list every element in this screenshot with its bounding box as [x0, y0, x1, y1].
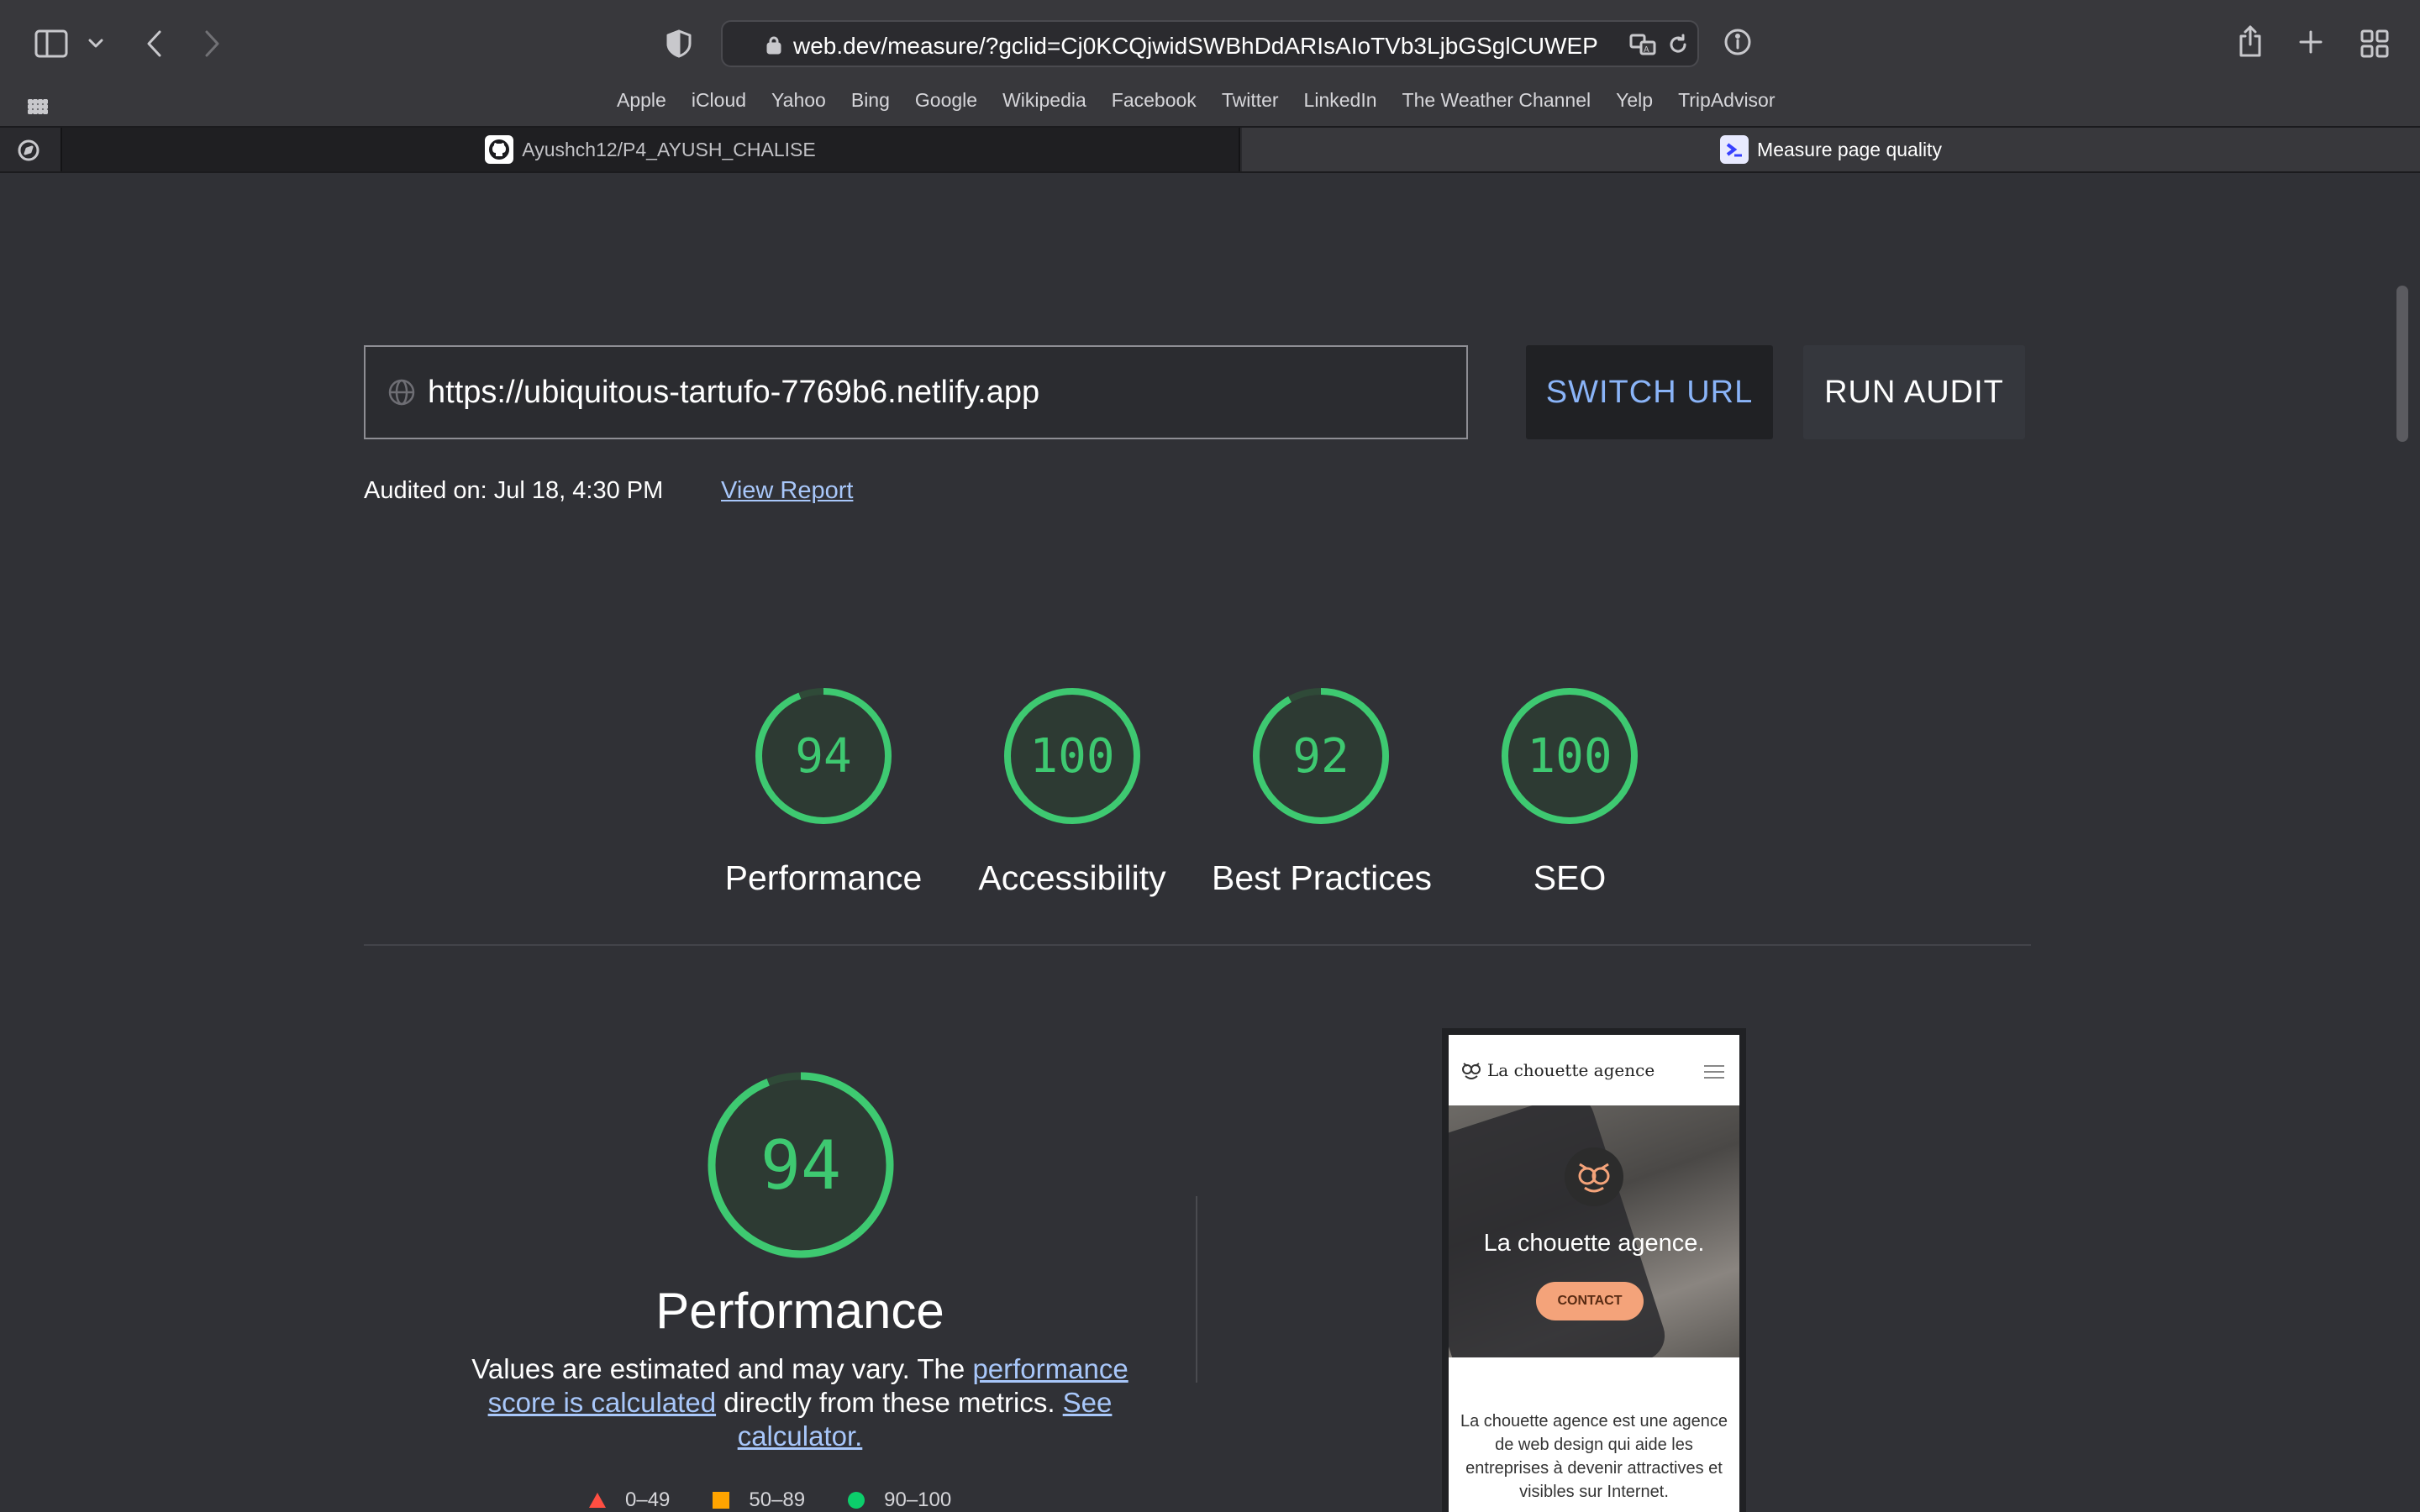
- preview-hero: La chouette agence. CONTACT: [1449, 1105, 1739, 1357]
- address-text: web.dev/measure/?gclid=Cj0KCQjwidSWBhDdA…: [793, 33, 1600, 59]
- favorite-link[interactable]: Google: [915, 89, 977, 112]
- legend-average: 50–89: [712, 1488, 805, 1512]
- score-seo[interactable]: 100 SEO: [1460, 685, 1679, 898]
- compass-icon[interactable]: [15, 138, 42, 163]
- apps-grid-icon[interactable]: [25, 96, 50, 118]
- info-icon[interactable]: [1721, 25, 1754, 59]
- translate-icon[interactable]: A: [1628, 32, 1657, 57]
- favorites-bar: Apple iCloud Yahoo Bing Google Wikipedia…: [0, 87, 2420, 126]
- view-report-link[interactable]: View Report: [721, 477, 853, 505]
- score-value: 92: [1292, 728, 1349, 784]
- preview-logo: La chouette agence: [1460, 1059, 1655, 1081]
- favorites-list: Apple iCloud Yahoo Bing Google Wikipedia…: [617, 89, 1776, 112]
- favorite-link[interactable]: TripAdvisor: [1678, 89, 1775, 112]
- legend-pass: 90–100: [847, 1488, 951, 1512]
- svg-text:A: A: [1644, 45, 1649, 55]
- back-icon[interactable]: [138, 25, 171, 62]
- tab-title: Ayushch12/P4_AYUSH_CHALISE: [522, 138, 816, 160]
- performance-big-gauge: 94: [704, 1068, 897, 1262]
- hamburger-icon: [1704, 1065, 1724, 1083]
- favorite-link[interactable]: Facebook: [1112, 89, 1197, 112]
- browser-toolbar: web.dev/measure/?gclid=Cj0KCQjwidSWBhDdA…: [0, 0, 2420, 87]
- favorite-link[interactable]: Yahoo: [771, 89, 826, 112]
- globe-icon: [388, 379, 415, 406]
- favorite-link[interactable]: iCloud: [692, 89, 746, 112]
- preview-hero-title: La chouette agence.: [1483, 1230, 1705, 1257]
- score-value: 100: [1029, 728, 1115, 784]
- tab-github[interactable]: Ayushch12/P4_AYUSH_CHALISE: [60, 128, 1240, 171]
- tab-overview-icon[interactable]: [2358, 27, 2391, 60]
- triangle-icon: [589, 1493, 606, 1508]
- audited-on-text: Audited on: Jul 18, 4:30 PM: [364, 477, 664, 504]
- run-audit-button[interactable]: RUN AUDIT: [1803, 345, 2025, 439]
- score-gauge: 92: [1250, 685, 1392, 827]
- score-best-practices[interactable]: 92 Best Practices: [1212, 685, 1433, 898]
- sidebar-toggle-icon[interactable]: [32, 27, 71, 60]
- performance-title: Performance: [655, 1283, 944, 1339]
- switch-url-button[interactable]: SWITCH URL: [1526, 345, 1773, 439]
- score-performance[interactable]: 94 Performance: [714, 685, 933, 898]
- favorite-link[interactable]: LinkedIn: [1304, 89, 1377, 112]
- reload-icon[interactable]: [1665, 32, 1691, 57]
- score-legend: 0–49 50–89 90–100: [588, 1488, 951, 1512]
- url-input[interactable]: https://ubiquitous-tartufo-7769b6.netlif…: [364, 345, 1468, 439]
- new-tab-icon[interactable]: [2296, 27, 2326, 57]
- vertical-divider: [1196, 1196, 1197, 1383]
- favorite-link[interactable]: Yelp: [1616, 89, 1653, 112]
- score-value: 94: [795, 728, 852, 784]
- score-gauge: 94: [753, 685, 894, 827]
- score-label: SEO: [1533, 858, 1607, 897]
- web-dev-icon: [1720, 135, 1749, 164]
- url-value: https://ubiquitous-tartufo-7769b6.netlif…: [428, 374, 1040, 410]
- legend-fail: 0–49: [588, 1488, 670, 1512]
- score-value: 100: [1527, 728, 1612, 784]
- favorite-link[interactable]: Bing: [851, 89, 890, 112]
- preview-header: La chouette agence: [1449, 1035, 1739, 1105]
- favorite-link[interactable]: Wikipedia: [1002, 89, 1086, 112]
- performance-score: 94: [760, 1126, 842, 1205]
- tab-bar: Ayushch12/P4_AYUSH_CHALISE Measure page …: [0, 126, 2420, 173]
- tab-measure[interactable]: Measure page quality: [1242, 128, 2420, 171]
- tab-title: Measure page quality: [1757, 138, 1942, 160]
- preview-body-text: La chouette agence est une agence de web…: [1460, 1412, 1728, 1501]
- performance-description: Values are estimated and may vary. The p…: [471, 1353, 1128, 1452]
- square-icon: [713, 1492, 730, 1509]
- score-gauge: 100: [1499, 685, 1640, 827]
- score-label: Performance: [724, 858, 923, 897]
- section-divider: [364, 944, 2031, 946]
- score-label: Best Practices: [1212, 858, 1433, 897]
- github-icon: [485, 135, 514, 164]
- preview-contact-button: CONTACT: [1536, 1282, 1644, 1320]
- share-icon[interactable]: [2233, 22, 2267, 60]
- owl-icon: [1462, 1063, 1481, 1079]
- chevron-down-icon[interactable]: [84, 32, 108, 55]
- score-gauge: 100: [1002, 685, 1143, 827]
- address-bar[interactable]: web.dev/measure/?gclid=Cj0KCQjwidSWBhDdA…: [721, 20, 1699, 67]
- owl-logo-icon: [1565, 1147, 1623, 1206]
- favorite-link[interactable]: Apple: [617, 89, 666, 112]
- page-screenshot-preview: La chouette agence La chouette agence. C…: [1442, 1028, 1746, 1512]
- circle-icon: [848, 1492, 865, 1509]
- forward-icon[interactable]: [195, 25, 229, 62]
- privacy-shield-icon[interactable]: [662, 27, 696, 60]
- score-accessibility[interactable]: 100 Accessibility: [963, 685, 1181, 898]
- lock-icon: [765, 35, 783, 55]
- favorite-link[interactable]: The Weather Channel: [1402, 89, 1591, 112]
- score-label: Accessibility: [978, 858, 1166, 897]
- favorite-link[interactable]: Twitter: [1222, 89, 1279, 112]
- scrollbar[interactable]: [2396, 286, 2408, 442]
